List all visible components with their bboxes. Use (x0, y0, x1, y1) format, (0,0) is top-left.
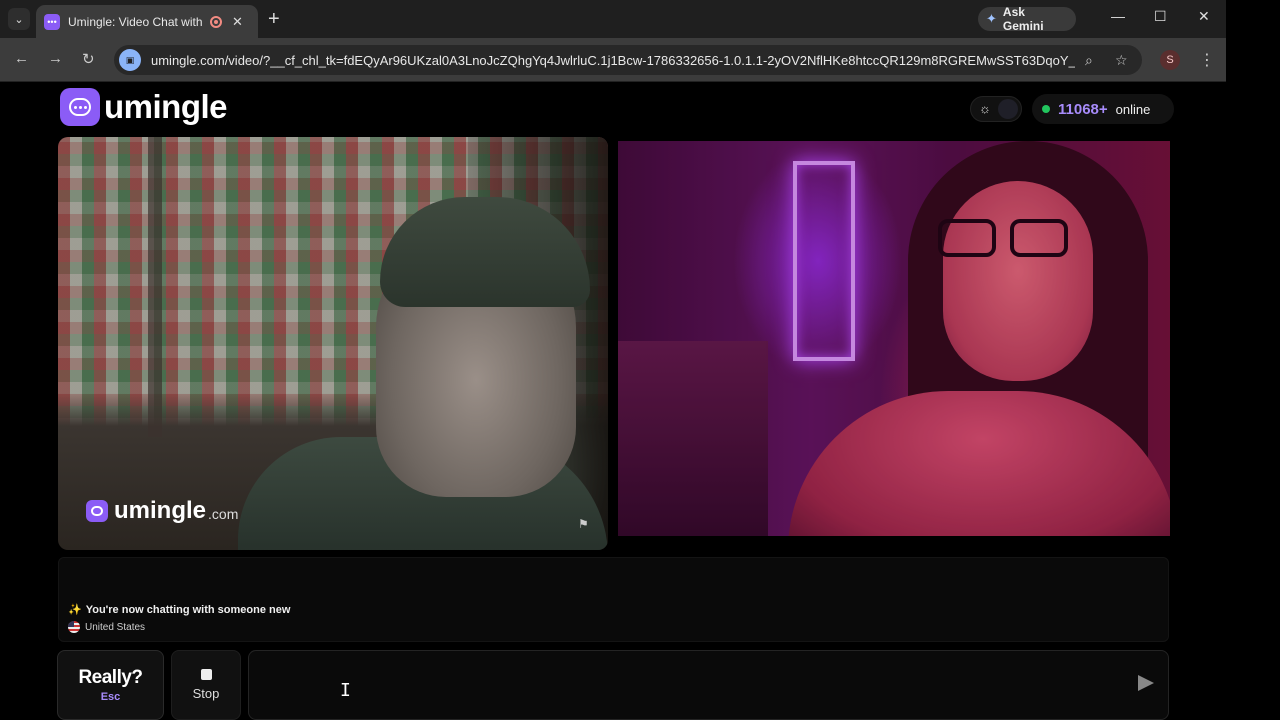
forward-arrow-icon[interactable]: → (48, 50, 63, 67)
stop-label: Stop (192, 686, 220, 701)
address-bar[interactable]: ▣ umingle.com/video/?__cf_chl_tk=fdEQyAr… (114, 45, 1142, 75)
camera-tint (618, 141, 1170, 536)
zoom-icon[interactable]: ⌕ (1085, 52, 1093, 69)
watermark-text: umingle (114, 497, 207, 524)
theme-toggle[interactable]: ☼ (970, 96, 1022, 122)
self-video (618, 141, 1170, 536)
chat-log[interactable]: ✨ You're now chatting with someone new U… (58, 557, 1169, 642)
video-watermark: umingle .com (86, 497, 238, 525)
browser-tab[interactable]: ••• Umingle: Video Chat with St ✕ (36, 5, 258, 38)
watermark-domain: .com (208, 506, 239, 522)
online-counter: 11068+ online (1032, 94, 1174, 124)
maximize-icon[interactable]: ☐ (1154, 8, 1167, 25)
recording-indicator-icon (210, 15, 222, 28)
chat-input-container (248, 650, 1169, 720)
send-icon[interactable] (1138, 675, 1154, 691)
toggle-knob (998, 99, 1018, 119)
stop-button[interactable]: Stop (171, 650, 241, 720)
logo-chat-icon (60, 88, 100, 126)
reload-icon[interactable]: ↻ (82, 50, 95, 68)
online-label: online (1115, 101, 1151, 117)
watermark-logo-icon (86, 500, 108, 522)
new-tab-button[interactable]: + (268, 8, 280, 30)
stranger-video: umingle .com ⚑ (58, 137, 608, 550)
tab-title: Umingle: Video Chat with St (68, 14, 206, 29)
tab-favicon-icon: ••• (44, 13, 60, 30)
really-label: Really? (78, 667, 143, 688)
tab-search-chevron-icon[interactable]: ⌄ (8, 8, 30, 30)
chat-message-input[interactable] (259, 661, 1119, 711)
site-logo[interactable]: umingle (60, 88, 228, 126)
screen-edge (1226, 0, 1280, 720)
text-cursor-icon: I (340, 680, 351, 701)
video-background-pole (148, 137, 162, 437)
bookmark-star-icon[interactable]: ☆ (1115, 52, 1128, 69)
report-flag-icon[interactable]: ⚑ (578, 517, 589, 531)
next-confirm-button[interactable]: Really? Esc (57, 650, 164, 720)
stranger-country: United States (68, 621, 145, 633)
us-flag-icon (68, 621, 80, 633)
system-message-text: You're now chatting with someone new (85, 603, 291, 616)
sun-icon: ☼ (979, 101, 991, 116)
back-arrow-icon[interactable]: ← (14, 50, 29, 67)
ask-gemini-label: Ask Gemini (1002, 5, 1044, 33)
system-message: ✨ You're now chatting with someone new (68, 603, 291, 617)
esc-shortcut-label: Esc (100, 691, 121, 703)
ask-gemini-button[interactable]: ✦ Ask Gemini (978, 5, 1076, 33)
minimize-icon[interactable]: — (1111, 8, 1125, 24)
stop-square-icon (200, 669, 212, 680)
site-info-icon[interactable]: ▣ (119, 49, 141, 71)
gemini-sparkle-icon: ✦ (986, 11, 997, 26)
tab-close-icon[interactable]: ✕ (232, 14, 243, 30)
online-count: 11068+ (1058, 100, 1108, 118)
logo-text: umingle (104, 88, 228, 125)
profile-avatar[interactable]: S (1160, 50, 1180, 70)
online-status-dot (1042, 105, 1050, 113)
url-text: umingle.com/video/?__cf_chl_tk=fdEQyAr96… (151, 52, 1075, 68)
browser-tabbar: ⌄ ••• Umingle: Video Chat with St ✕ + ✦ … (0, 0, 1226, 38)
sparkle-icon: ✨ (68, 604, 82, 616)
close-window-icon[interactable]: ✕ (1198, 8, 1210, 25)
browser-menu-icon[interactable]: ⋮ (1199, 50, 1215, 70)
country-text: United States (85, 621, 146, 633)
